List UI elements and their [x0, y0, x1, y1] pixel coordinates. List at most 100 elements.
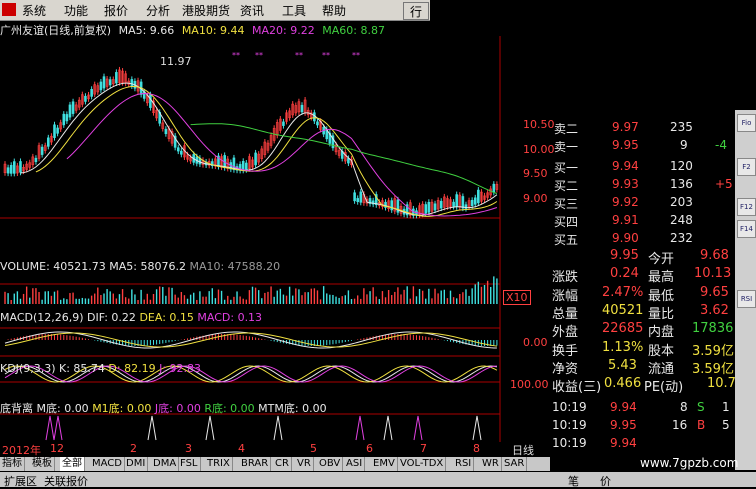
candle-body [19, 161, 22, 173]
candle-body [316, 121, 319, 126]
divergence-spike [205, 415, 215, 441]
kdj-name: KDJ(9,3,3) [0, 362, 56, 375]
quote-row: 换手 1.13% 股本 3.59亿 [552, 340, 734, 359]
tab-cr[interactable]: CR [273, 457, 292, 471]
tab-sar[interactable]: SAR [502, 457, 528, 471]
macd-zero-tick: 0.00 [523, 336, 548, 349]
candle-body [99, 81, 103, 91]
kdj-j: J: 92.83 [159, 362, 202, 375]
tab-fsl[interactable]: FSL [178, 457, 201, 471]
candle-body [71, 101, 75, 114]
candle-body [164, 128, 168, 135]
tab-模板[interactable]: 模板 [30, 457, 55, 471]
kline-chart[interactable]: ** ** ** ** ** [0, 36, 505, 442]
kdj-d: D: 82.19 [108, 362, 156, 375]
ma-line [190, 123, 498, 195]
macd-dea: DEA: 0.15 [139, 311, 194, 324]
divergence-spike [383, 415, 393, 441]
tab-brar[interactable]: BRAR [239, 457, 272, 471]
watermark-text: www.7gpzb.com [640, 456, 739, 470]
candle-body [390, 200, 394, 211]
candle-body [68, 104, 72, 118]
signal-marker: ** [232, 51, 240, 60]
candle-body [461, 196, 465, 209]
divergence-r: R底: 0.00 [204, 402, 255, 415]
tab-wr[interactable]: WR [480, 457, 502, 471]
menu-system[interactable]: 系统 [22, 2, 46, 19]
period-label[interactable]: 日线 [512, 442, 534, 458]
candle-body [149, 94, 152, 108]
candle-body [313, 112, 316, 122]
candle-body [359, 191, 363, 203]
divergence-spike [45, 415, 55, 441]
volume-ma10: MA10: 47588.20 [189, 260, 281, 273]
volume-title: VOLUME: 40521.73 MA5: 58076.2 MA10: 4758… [0, 260, 280, 273]
tab-rsi[interactable]: RSI [453, 457, 475, 471]
divergence-spike [355, 415, 365, 441]
menu-help[interactable]: 帮助 [322, 2, 346, 19]
menu-news[interactable]: 资讯 [240, 2, 264, 19]
order-row[interactable]: 买五 9.90 232 [552, 231, 734, 249]
ma-line [35, 86, 498, 217]
candle-body [115, 72, 118, 84]
ma-line [66, 92, 498, 217]
divergence-spike [147, 415, 157, 441]
tab-emv[interactable]: EMV [371, 457, 398, 471]
divergence-spike [53, 415, 63, 441]
trade-row: 10:19 9.94 8 S 1 [552, 400, 730, 414]
order-row[interactable]: 买三 9.92 203 [552, 195, 734, 213]
candle-body [424, 204, 428, 214]
divergence-spike [472, 415, 482, 441]
tool-f12-icon[interactable]: F12 [737, 198, 756, 216]
date-label: 8 [473, 442, 480, 455]
chart-title: 广州友谊(日线,前复权) MA5: 9.66 MA10: 9.44 MA20: … [0, 22, 500, 37]
date-axis: 2012年 12 2 3 4 5 6 7 8 [0, 442, 500, 457]
tab-trix[interactable]: TRIX [205, 457, 233, 471]
date-label: 2012年 [2, 444, 41, 457]
tool-rsi-icon[interactable]: RSI [737, 290, 756, 308]
tab-asi[interactable]: ASI [344, 457, 366, 471]
order-row[interactable]: 买二 9.93 136 +5 [552, 177, 734, 195]
price-tick: 10.00 [523, 143, 555, 156]
price-tick: 9.00 [523, 192, 548, 205]
trade-button[interactable]: 行 [403, 2, 429, 20]
divergence-spike [413, 415, 423, 441]
tab-vol-tdx[interactable]: VOL-TDX [398, 457, 447, 471]
menu-tools[interactable]: 工具 [282, 2, 306, 19]
candle-body [254, 152, 257, 166]
kdj-level-tick: 100.00 [510, 378, 549, 391]
candle-body [47, 137, 50, 147]
divergence-spike [273, 415, 283, 441]
divergence-title: 底背离 M底: 0.00 M1底: 0.00 J底: 0.00 R底: 0.00… [0, 400, 327, 416]
menu-analysis[interactable]: 分析 [146, 2, 170, 19]
menu-function[interactable]: 功能 [64, 2, 88, 19]
divergence-name: 底背离 [0, 402, 33, 415]
tab-macd[interactable]: MACD [90, 457, 125, 471]
order-row[interactable]: 买一 9.94 120 [552, 159, 734, 177]
tab-指标[interactable]: 指标 [0, 457, 25, 471]
order-row[interactable]: 卖一 9.95 9 -4 [552, 138, 734, 156]
date-label: 2 [130, 442, 137, 455]
candle-body [473, 197, 477, 205]
divergence-m: M底: 0.00 [36, 402, 89, 415]
tool-f2-icon[interactable]: F2 [737, 158, 756, 176]
price-tick: 10.50 [523, 118, 555, 131]
candle-body [90, 88, 93, 97]
tab-obv[interactable]: OBV [317, 457, 344, 471]
date-label: 7 [420, 442, 427, 455]
tab-全部[interactable]: 全部 [60, 457, 85, 471]
order-row[interactable]: 卖二 9.97 235 [552, 120, 734, 138]
menu-quote[interactable]: 报价 [104, 2, 128, 19]
tab-vr[interactable]: VR [295, 457, 314, 471]
candle-body [282, 121, 285, 126]
candle-body [245, 162, 248, 171]
tool-fio-icon[interactable]: Fio [737, 114, 756, 132]
tab-dmi[interactable]: DMI [124, 457, 149, 471]
indicator-tabs: 指标 模板 全部 MACD DMI DMA FSL TRIX BRAR CR VR OBV ASI EMV… [0, 457, 550, 471]
candle-body [300, 104, 304, 113]
tool-f14-icon[interactable]: F14 [737, 220, 756, 238]
menu-hk-futures[interactable]: 港股期货 [182, 2, 230, 19]
order-row[interactable]: 买四 9.91 248 [552, 213, 734, 231]
tab-dma[interactable]: DMA [151, 457, 180, 471]
candle-body [452, 201, 455, 207]
